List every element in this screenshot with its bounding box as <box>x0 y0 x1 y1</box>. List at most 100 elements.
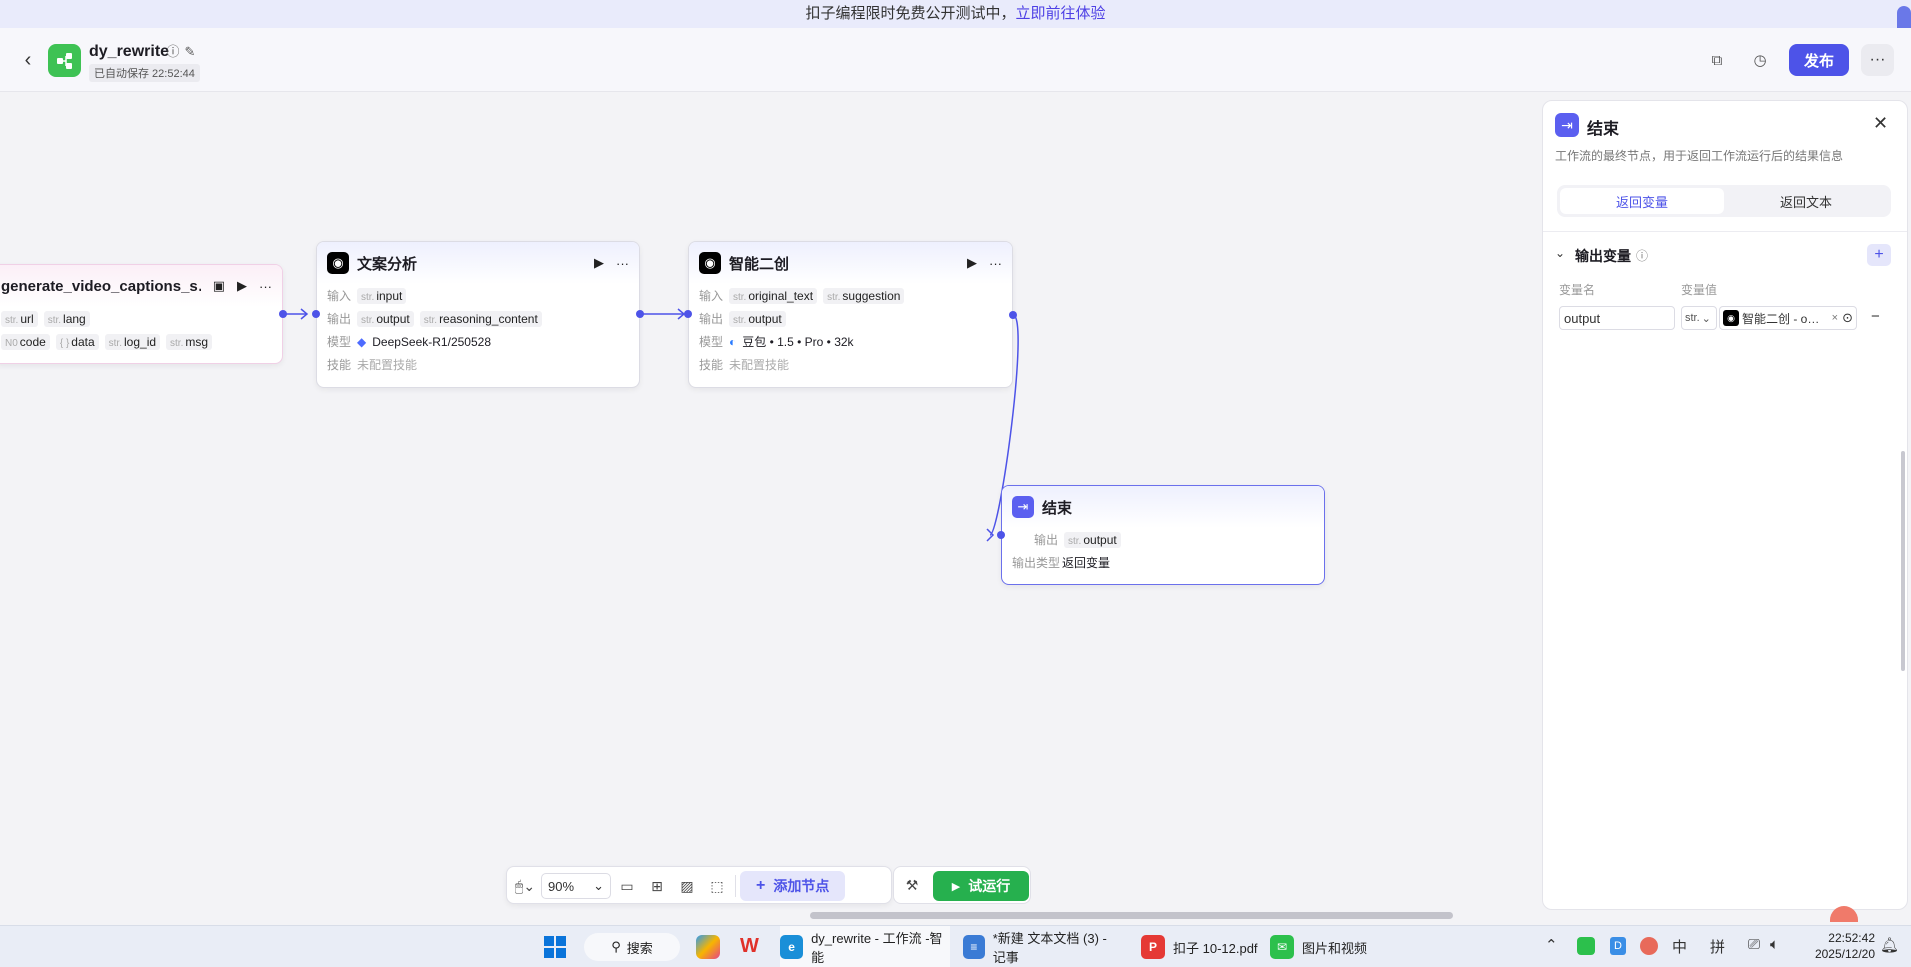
input-port[interactable] <box>312 310 320 318</box>
col-var-value: 变量值 <box>1681 283 1718 297</box>
param-input: input <box>376 288 403 303</box>
llm-icon: ◉ <box>699 252 721 274</box>
output-type-value: 返回变量 <box>1062 556 1111 570</box>
input-port[interactable] <box>997 531 1005 539</box>
wps-icon[interactable]: W <box>740 935 759 958</box>
node-text-analysis[interactable]: ◉ 文案分析 ▶ ··· 输入 str. input 输出 str. output … <box>316 241 640 388</box>
node-title: 智能二创 <box>729 255 790 273</box>
panel-scrollbar[interactable] <box>1901 451 1905 671</box>
search-icon: ⚲ <box>611 939 621 954</box>
mouse-mode-icon[interactable]: 🖱︎⌄ <box>511 872 539 900</box>
llm-icon: ◉ <box>1723 310 1739 326</box>
out-output: output <box>1083 532 1117 547</box>
out-data: data <box>71 334 95 349</box>
debug-tool-icon[interactable]: ⚒ <box>898 871 926 899</box>
node-title: 文案分析 <box>357 255 418 273</box>
dingtalk-tray-icon[interactable]: D <box>1610 937 1626 955</box>
var-type-select[interactable]: str. ⌄ <box>1681 306 1717 330</box>
out-output: output <box>376 311 410 326</box>
out-reasoning: reasoning_content <box>439 311 538 326</box>
node-end[interactable]: ⇥ 结束 输出 str. output 输出类型 返回变量 <box>1001 485 1325 585</box>
input-port[interactable] <box>684 310 692 318</box>
clock-time: 22:52:42 <box>1828 931 1875 945</box>
info-icon[interactable]: ⓘ <box>1636 247 1648 264</box>
tab-return-text[interactable]: 返回文本 <box>1724 188 1888 214</box>
play-icon[interactable]: ▶ <box>967 255 977 271</box>
param-url: url <box>20 311 34 326</box>
deepseek-icon: ◆ <box>357 334 367 349</box>
play-icon[interactable]: ▶ <box>237 278 247 294</box>
taskbar-app-pdf[interactable]: P 扣子 10-12.pdf <box>1141 926 1261 967</box>
copilot-icon[interactable] <box>696 935 720 959</box>
target-icon[interactable]: ⊙ <box>1842 310 1853 326</box>
ime-mode[interactable]: 中 <box>1672 936 1687 957</box>
add-variable-button[interactable]: + <box>1867 244 1891 266</box>
windows-start-icon[interactable] <box>543 935 567 959</box>
out-code: code <box>19 334 46 349</box>
col-var-name: 变量名 <box>1559 283 1596 297</box>
canvas-scrollbar[interactable] <box>810 912 1453 919</box>
node-title: generate_video_captions_s… <box>1 277 201 295</box>
fit-view-icon[interactable]: ⬚ <box>703 872 731 900</box>
out-output: output <box>748 311 782 326</box>
remove-variable-icon[interactable]: − <box>1871 308 1880 325</box>
param-suggestion: suggestion <box>842 288 901 303</box>
end-icon: ⇥ <box>1012 496 1034 518</box>
panel-title: 结束 <box>1587 121 1620 138</box>
skills-value: 未配置技能 <box>357 358 418 372</box>
node-generate-captions[interactable]: generate_video_captions_s… ▣ ▶ ··· str. u… <box>0 264 283 364</box>
tab-return-variables[interactable]: 返回变量 <box>1560 188 1724 214</box>
output-port[interactable] <box>279 310 287 318</box>
node-smart-rewrite[interactable]: ◉ 智能二创 ▶ ··· 输入 str. original_text str. su… <box>688 241 1013 388</box>
clear-icon[interactable]: × <box>1832 312 1838 324</box>
output-port[interactable] <box>636 310 644 318</box>
more-icon[interactable]: ··· <box>616 256 629 271</box>
skills-value: 未配置技能 <box>729 358 790 372</box>
play-icon: ▶ <box>951 880 961 893</box>
ime-pinyin[interactable]: 拼 <box>1710 936 1725 957</box>
play-icon[interactable]: ▶ <box>594 255 604 271</box>
add-node-button[interactable]: + 添加节点 <box>740 871 846 901</box>
wechat-tray-icon[interactable] <box>1577 937 1595 955</box>
layout-icon[interactable]: ⊞ <box>643 872 671 900</box>
save-icon[interactable]: ▣ <box>213 278 225 294</box>
taskbar-app-notepad[interactable]: ≡ *新建 文本文档 (3) - 记事 <box>963 926 1123 967</box>
clock[interactable]: 22:52:42 2025/12/20 <box>1805 930 1875 962</box>
section-title: 输出变量 <box>1575 248 1631 264</box>
var-value-reference[interactable]: ◉ 智能二创 - o… × ⊙ <box>1719 306 1857 330</box>
run-group: ⚒ ▶ 试运行 <box>893 866 1031 904</box>
canvas-toolbar: 🖱︎⌄ 90% ⌄ ▭ ⊞ ▨ ⬚ + 添加节点 <box>506 866 892 904</box>
out-msg: msg <box>185 334 209 349</box>
app-tray-icon[interactable] <box>1640 937 1658 955</box>
node-title: 结束 <box>1042 499 1073 517</box>
node-config-panel: ⇥ 结束 ✕ 工作流的最终节点，用于返回工作流运行后的结果信息 返回变量 返回文… <box>1542 100 1908 910</box>
volume-icon[interactable]: 🔈︎ <box>1770 936 1779 953</box>
doubao-icon: ◐ <box>729 334 737 349</box>
tray-chevron-icon[interactable]: ⌃ <box>1545 936 1558 954</box>
collapse-chevron-icon[interactable]: ⌄ <box>1555 246 1565 260</box>
model-name: 豆包 • 1.5 • Pro • 32k <box>742 335 854 349</box>
notification-bell-icon[interactable]: 🔔︎ <box>1880 936 1899 954</box>
more-icon[interactable]: ··· <box>259 279 272 294</box>
out-log-id: log_id <box>124 334 157 349</box>
param-original-text: original_text <box>748 288 814 303</box>
output-port[interactable] <box>1009 311 1017 319</box>
network-icon[interactable]: ⎚ <box>1748 936 1760 953</box>
return-mode-tabs: 返回变量 返回文本 <box>1557 185 1891 217</box>
var-ref-text: 智能二创 - o… <box>1742 311 1820 326</box>
more-icon[interactable]: ··· <box>989 256 1002 271</box>
minimap-icon[interactable]: ▨ <box>673 872 701 900</box>
taskbar-search[interactable]: ⚲ 搜索 <box>584 933 680 961</box>
comment-icon[interactable]: ▭ <box>613 872 641 900</box>
param-lang: lang <box>63 311 86 326</box>
zoom-select[interactable]: 90% ⌄ <box>541 873 611 899</box>
close-icon[interactable]: ✕ <box>1873 113 1888 134</box>
clock-date: 2025/12/20 <box>1814 947 1875 961</box>
taskbar-app-wechat[interactable]: ✉ 图片和视频 <box>1270 926 1390 967</box>
panel-description: 工作流的最终节点，用于返回工作流运行后的结果信息 <box>1555 149 1844 163</box>
os-taskbar: ⚲ 搜索 W e dy_rewrite - 工作流 -智能 ≡ *新建 文本文档 (3… <box>0 925 1911 967</box>
var-name-input[interactable] <box>1559 306 1675 330</box>
test-run-button[interactable]: ▶ 试运行 <box>933 871 1029 901</box>
model-name: DeepSeek-R1/250528 <box>372 334 491 349</box>
taskbar-app-edge[interactable]: e dy_rewrite - 工作流 -智能 <box>780 926 950 967</box>
